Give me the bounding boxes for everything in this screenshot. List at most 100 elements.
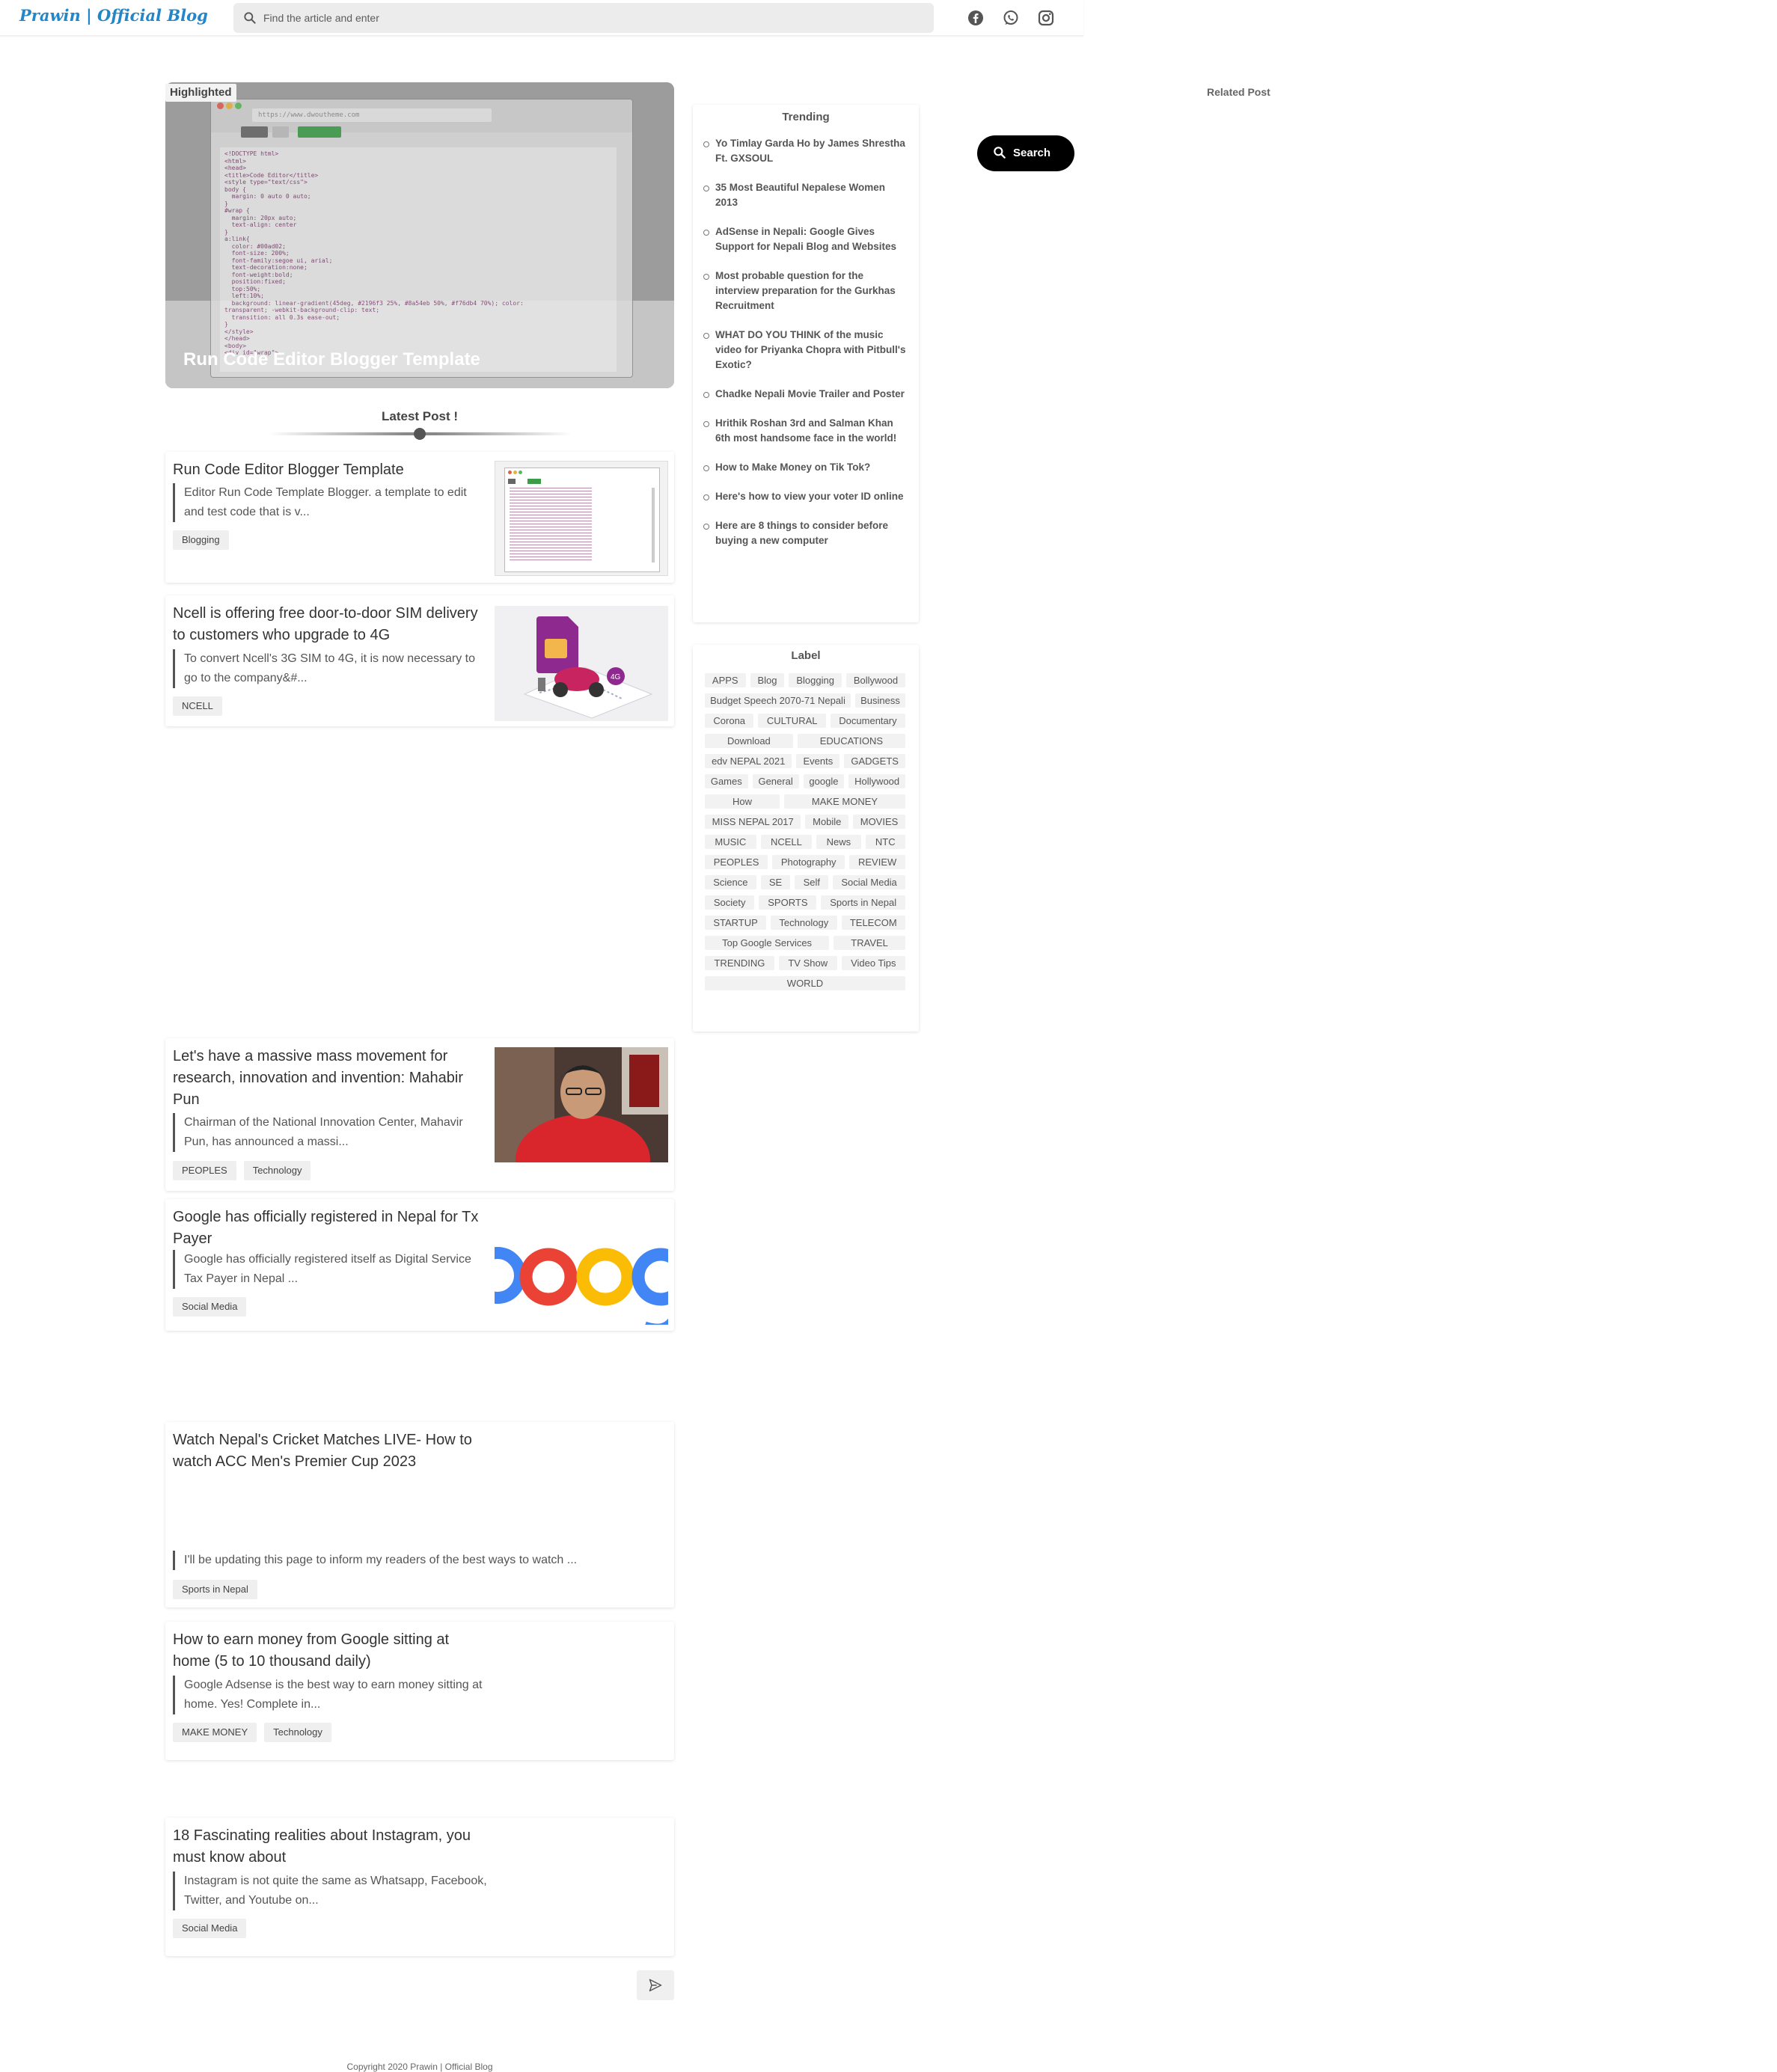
label-chip[interactable]: Top Google Services — [705, 936, 830, 950]
trending-item[interactable]: Most probable question for the interview… — [703, 269, 907, 313]
label-chip[interactable]: SPORTS — [759, 895, 817, 910]
label-chip[interactable]: Hollywood — [848, 774, 905, 788]
post-title[interactable]: Ncell is offering free door-to-door SIM … — [173, 603, 487, 646]
label-chip[interactable]: General — [752, 774, 799, 788]
trending-item[interactable]: How to Make Money on Tik Tok? — [703, 460, 907, 475]
label-chip[interactable]: MUSIC — [705, 835, 756, 849]
label-chip[interactable]: WORLD — [705, 976, 905, 990]
label-chip[interactable]: APPS — [705, 673, 746, 687]
label-chip[interactable]: Corona — [705, 714, 754, 728]
trending-item[interactable]: Hrithik Roshan 3rd and Salman Khan 6th m… — [703, 416, 907, 446]
label-chip[interactable]: Blog — [750, 673, 785, 687]
post-thumbnail[interactable] — [495, 1047, 668, 1162]
label-chip[interactable]: google — [803, 774, 845, 788]
post-tag[interactable]: MAKE MONEY — [173, 1723, 257, 1742]
highlight-title[interactable]: Run Code Editor Blogger Template — [183, 349, 480, 370]
post-card[interactable]: How to earn money from Google sitting at… — [165, 1622, 674, 1760]
post-excerpt: To convert Ncell's 3G SIM to 4G, it is n… — [173, 649, 487, 688]
post-title[interactable]: Google has officially registered in Nepa… — [173, 1207, 487, 1250]
label-chip[interactable]: GADGETS — [844, 754, 905, 768]
post-excerpt: Google Adsense is the best way to earn m… — [173, 1676, 487, 1714]
trending-item[interactable]: Chadke Nepali Movie Trailer and Poster — [703, 387, 907, 402]
label-chip[interactable]: Games — [705, 774, 748, 788]
label-chip[interactable]: STARTUP — [705, 916, 767, 930]
label-chip[interactable]: NCELL — [760, 835, 813, 849]
post-tag[interactable]: PEOPLES — [173, 1161, 236, 1180]
label-chip[interactable]: REVIEW — [849, 855, 905, 869]
post-thumbnail[interactable]: 4G — [495, 606, 668, 721]
label-chip[interactable]: MISS NEPAL 2017 — [705, 815, 801, 829]
post-title[interactable]: 18 Fascinating realities about Instagram… — [173, 1825, 487, 1869]
site-logo[interactable]: Prawin | Official Blog — [19, 6, 208, 25]
label-chip[interactable]: edv NEPAL 2021 — [705, 754, 792, 768]
next-page-button[interactable] — [637, 1970, 674, 2000]
label-chip[interactable]: Blogging — [789, 673, 842, 687]
post-card[interactable]: Google has officially registered in Nepa… — [165, 1199, 674, 1331]
post-card[interactable]: Run Code Editor Blogger Template Editor … — [165, 452, 674, 583]
instagram-icon[interactable] — [1037, 9, 1055, 27]
post-tag[interactable]: Blogging — [173, 530, 229, 550]
label-chip[interactable]: TRAVEL — [834, 936, 905, 950]
window-min-dot — [226, 102, 233, 109]
svg-text:4G: 4G — [611, 673, 621, 681]
post-tag[interactable]: Technology — [264, 1723, 331, 1742]
post-card[interactable]: Ncell is offering free door-to-door SIM … — [165, 595, 674, 726]
label-chip[interactable]: Technology — [771, 916, 837, 930]
label-chip[interactable]: Photography — [772, 855, 845, 869]
label-chip[interactable]: Budget Speech 2070-71 Nepali — [705, 693, 851, 708]
label-chip[interactable]: MAKE MONEY — [783, 794, 906, 809]
post-thumbnail[interactable] — [495, 461, 668, 576]
trending-item[interactable]: Here's how to view your voter ID online — [703, 489, 907, 504]
label-chip[interactable]: Documentary — [830, 714, 906, 728]
trending-item[interactable]: AdSense in Nepali: Google Gives Support … — [703, 224, 907, 254]
whatsapp-icon[interactable] — [1002, 9, 1020, 27]
search-button[interactable]: Search — [977, 135, 1074, 171]
label-chip[interactable]: TRENDING — [705, 956, 774, 970]
label-widget: Label APPS Blog Blogging Bollywood Budge… — [693, 645, 919, 1032]
post-card[interactable]: Let's have a massive mass movement for r… — [165, 1038, 674, 1191]
label-chip[interactable]: Society — [705, 895, 755, 910]
label-chip[interactable]: How — [705, 794, 780, 809]
label-chip[interactable]: Social Media — [833, 875, 905, 889]
label-chip[interactable]: Events — [796, 754, 840, 768]
post-tag[interactable]: Social Media — [173, 1919, 247, 1938]
label-chip[interactable]: Science — [705, 875, 756, 889]
search-bar[interactable] — [233, 3, 934, 33]
trending-item[interactable]: Here are 8 things to consider before buy… — [703, 518, 907, 548]
highlighted-post-card[interactable]: https://www.dwoutheme.com <!DOCTYPE html… — [165, 82, 674, 388]
trending-item[interactable]: WHAT DO YOU THINK of the music video for… — [703, 328, 907, 373]
post-card[interactable]: 18 Fascinating realities about Instagram… — [165, 1818, 674, 1956]
label-chip[interactable]: TELECOM — [841, 916, 905, 930]
label-chip[interactable]: EDUCATIONS — [797, 734, 905, 748]
post-title[interactable]: Run Code Editor Blogger Template — [173, 459, 487, 481]
post-tag[interactable]: Technology — [243, 1161, 311, 1180]
post-tag[interactable]: Sports in Nepal — [173, 1580, 257, 1599]
label-chip[interactable]: Bollywood — [845, 673, 906, 687]
trending-item[interactable]: 35 Most Beautiful Nepalese Women 2013 — [703, 180, 907, 210]
label-chip[interactable]: CULTURAL — [758, 714, 826, 728]
label-chip[interactable]: MOVIES — [853, 815, 905, 829]
trending-item[interactable]: Yo Timlay Garda Ho by James Shrestha Ft.… — [703, 136, 907, 166]
label-chip[interactable]: SE — [760, 875, 791, 889]
label-chip[interactable]: Video Tips — [841, 956, 906, 970]
label-chip[interactable]: Business — [854, 693, 906, 708]
label-chip[interactable]: Sports in Nepal — [821, 895, 905, 910]
post-title[interactable]: How to earn money from Google sitting at… — [173, 1629, 487, 1673]
facebook-icon[interactable] — [967, 9, 985, 27]
post-card[interactable]: Watch Nepal's Cricket Matches LIVE- How … — [165, 1422, 674, 1607]
post-tag[interactable]: NCELL — [173, 696, 222, 716]
label-chip[interactable]: PEOPLES — [705, 855, 768, 869]
post-excerpt: Chairman of the National Innovation Cent… — [173, 1113, 487, 1152]
label-chip[interactable]: Download — [705, 734, 793, 748]
label-heading: Label — [791, 649, 821, 662]
post-title[interactable]: Let's have a massive mass movement for r… — [173, 1046, 487, 1111]
label-chip[interactable]: Mobile — [805, 815, 849, 829]
label-chip[interactable]: News — [816, 835, 861, 849]
post-thumbnail[interactable] — [495, 1210, 668, 1325]
label-chip[interactable]: TV Show — [778, 956, 837, 970]
post-title[interactable]: Watch Nepal's Cricket Matches LIVE- How … — [173, 1429, 487, 1473]
search-input[interactable] — [263, 3, 922, 33]
label-chip[interactable]: Self — [795, 875, 829, 889]
label-chip[interactable]: NTC — [865, 835, 905, 849]
post-tag[interactable]: Social Media — [173, 1297, 247, 1317]
